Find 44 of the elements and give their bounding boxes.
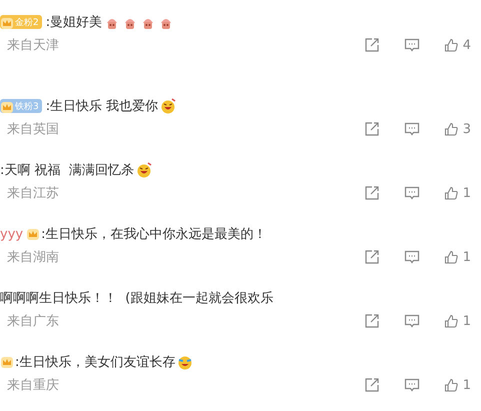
thumbs-up-icon <box>444 378 458 392</box>
comment-text: :天啊 祝福 满满回忆杀 <box>0 162 134 179</box>
comment-text: :生日快乐，美女们友谊长存 <box>15 354 176 371</box>
share-icon[interactable] <box>364 377 380 393</box>
comment-text: :曼姐好美 <box>46 14 102 31</box>
comment-icon[interactable] <box>404 185 420 201</box>
like-button[interactable]: 1 <box>444 314 471 328</box>
like-button[interactable]: 1 <box>444 250 471 264</box>
share-icon[interactable] <box>364 121 380 137</box>
like-button[interactable]: 1 <box>444 378 471 392</box>
comment-icon[interactable] <box>404 37 420 53</box>
share-icon[interactable] <box>364 185 380 201</box>
thumbs-up-icon <box>444 38 458 52</box>
laughing-face-icon <box>136 162 152 178</box>
location-text: 来自重庆 <box>6 377 59 394</box>
fan-badge: 铁粉3 <box>0 99 42 113</box>
share-icon[interactable] <box>364 249 380 265</box>
location-text: 来自江苏 <box>6 185 59 202</box>
comment-text: 啊啊啊生日快乐！！ (跟姐妹在一起就会很欢乐 <box>0 290 274 307</box>
comment-icon[interactable] <box>404 249 420 265</box>
comment-icon[interactable] <box>404 377 420 393</box>
like-button[interactable]: 3 <box>444 122 471 136</box>
fan-badge: 金粉2 <box>0 15 42 29</box>
comment-text: :生日快乐 我也爱你 <box>46 98 158 115</box>
username-link[interactable]: yyy <box>0 226 24 242</box>
location-text: 来自英国 <box>6 121 59 138</box>
thumbs-up-icon <box>444 314 458 328</box>
share-icon[interactable] <box>364 313 380 329</box>
crown-icon <box>0 100 13 112</box>
comment-icon[interactable] <box>404 313 420 329</box>
location-text: 来自湖南 <box>6 249 59 266</box>
comment-icon[interactable] <box>404 121 420 137</box>
thumbs-up-icon <box>444 186 458 200</box>
share-icon[interactable] <box>364 37 380 53</box>
thumbs-up-icon <box>444 122 458 136</box>
location-text: 来自天津 <box>6 37 59 54</box>
thumbs-up-icon <box>444 250 458 264</box>
like-button[interactable]: 1 <box>444 186 471 200</box>
like-button[interactable]: 4 <box>444 38 471 52</box>
crown-icon <box>0 16 13 28</box>
laughing-face-icon <box>177 354 194 370</box>
location-text: 来自广东 <box>6 313 59 330</box>
laughing-face-icon <box>160 98 176 114</box>
comment-text: :生日快乐，在我心中你永远是最美的！ <box>41 226 266 243</box>
